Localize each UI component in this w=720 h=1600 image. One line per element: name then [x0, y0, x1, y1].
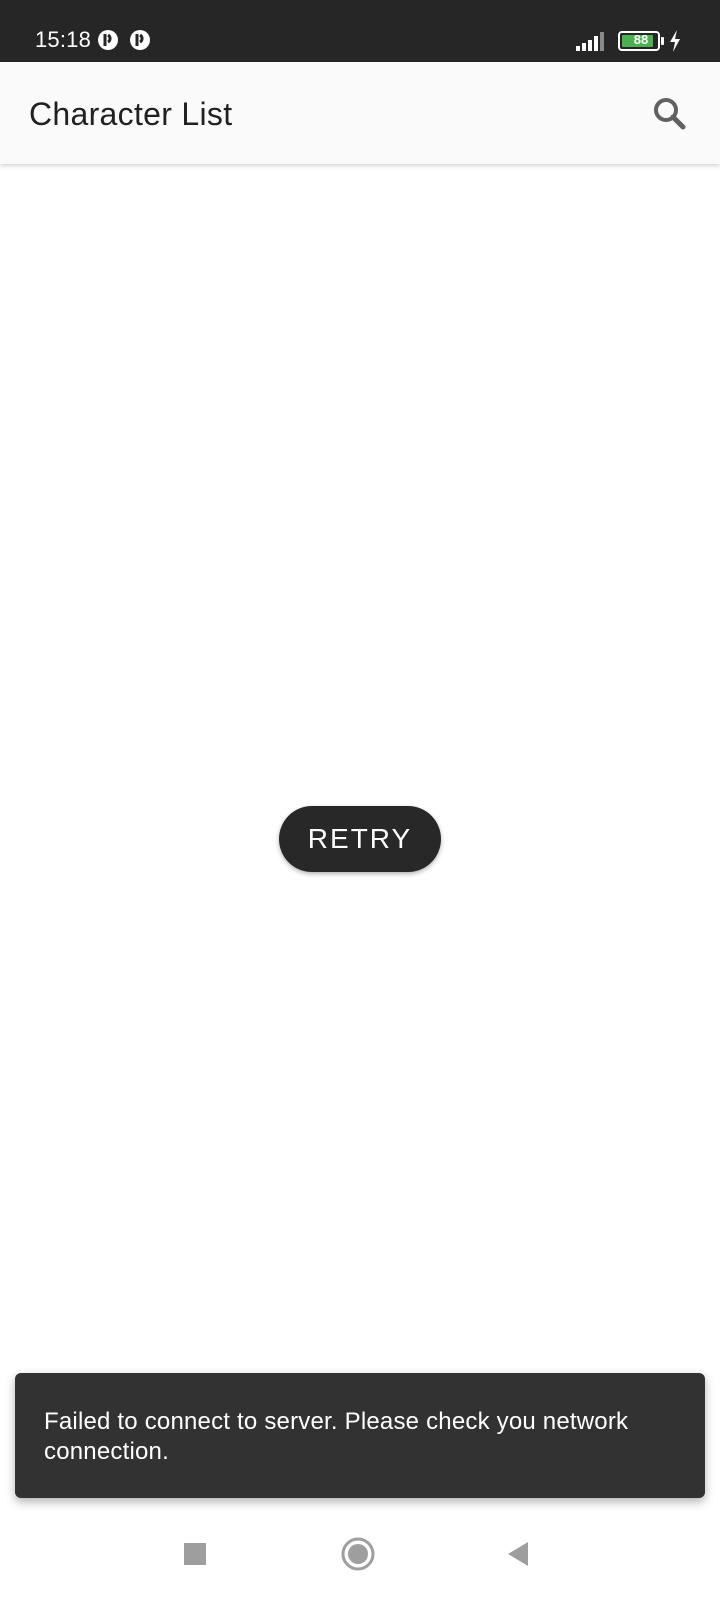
- signal-icon: [576, 32, 604, 51]
- page-title: Character List: [29, 96, 233, 132]
- snackbar-message: Failed to connect to server. Please chec…: [44, 1408, 629, 1465]
- app-notification-icon: [98, 30, 118, 50]
- battery-level: 88: [633, 32, 649, 47]
- status-time: 15:18: [35, 27, 92, 52]
- snackbar: Failed to connect to server. Please chec…: [15, 1373, 705, 1498]
- app-notification-icon: [130, 30, 150, 50]
- recents-icon[interactable]: [184, 1543, 206, 1565]
- home-icon[interactable]: [340, 1536, 376, 1572]
- navigation-bar: [0, 1512, 720, 1600]
- search-button[interactable]: [646, 90, 694, 138]
- charging-icon: [670, 30, 680, 52]
- retry-button[interactable]: RETRY: [279, 806, 441, 872]
- status-bar: 15:18 88: [0, 0, 720, 62]
- back-icon[interactable]: [506, 1540, 530, 1568]
- app-bar: Character List: [0, 62, 720, 164]
- search-icon: [654, 98, 686, 130]
